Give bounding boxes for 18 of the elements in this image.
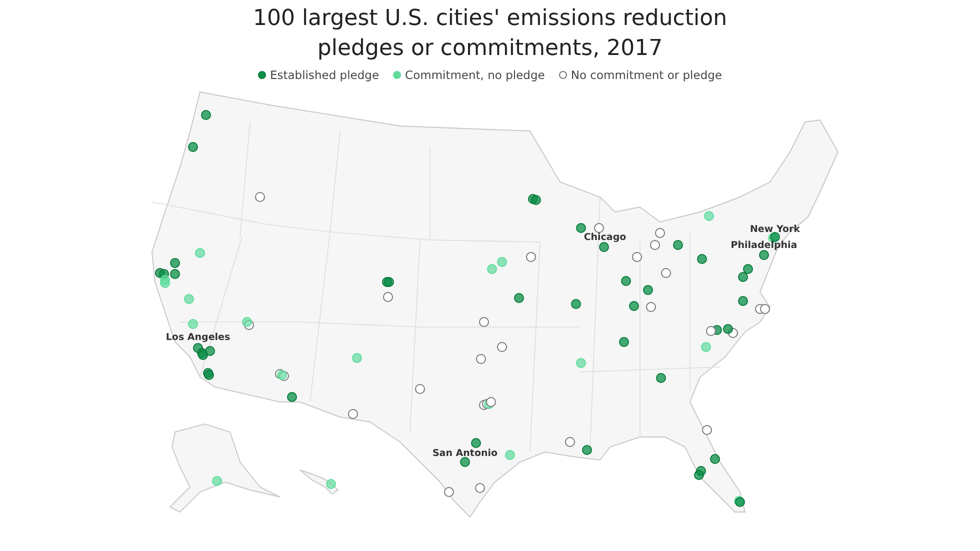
city-label: Chicago — [584, 232, 626, 243]
city-dot — [710, 454, 720, 464]
city-dot — [702, 425, 712, 435]
city-dot — [694, 470, 704, 480]
city-label: San Antonio — [432, 448, 498, 459]
city-label: Philadelphia — [730, 240, 798, 251]
city-dot — [444, 487, 454, 497]
city-label: Los Angeles — [166, 332, 230, 343]
legend-label: Commitment, no pledge — [405, 68, 545, 82]
legend-dot — [258, 71, 266, 79]
legend-dot — [558, 71, 567, 79]
legend-label: Established pledge — [270, 68, 380, 82]
city-dot — [326, 479, 336, 489]
city-dot — [760, 304, 770, 314]
chart-title: 100 largest U.S. cities' emissions reduction pledges or commitments, 2017 — [252, 5, 728, 63]
legend-dot — [393, 71, 402, 79]
legend-label: No commitment or pledge — [570, 68, 722, 82]
city-label: New York — [750, 224, 800, 235]
